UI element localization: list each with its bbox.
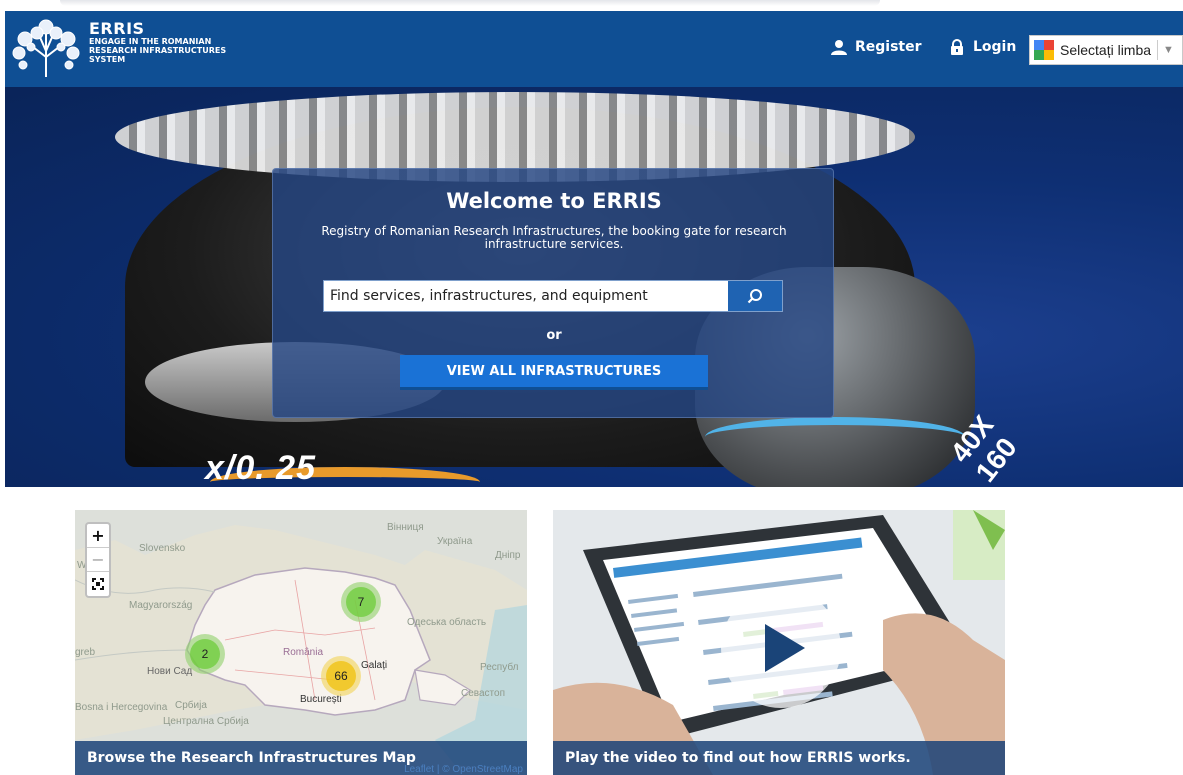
- fullscreen-icon: [92, 578, 104, 590]
- map-label-novisad: Нови Сад: [147, 666, 193, 677]
- cluster-count: 2: [190, 639, 220, 669]
- map-label-magyarorszag: Magyarország: [129, 600, 193, 611]
- register-link[interactable]: Register: [831, 39, 922, 55]
- objective-label: x/0. 25: [205, 449, 316, 487]
- map-cluster-marker[interactable]: 66: [321, 656, 361, 696]
- map-label-sevastopol: Севастоп: [461, 688, 505, 699]
- dropdown-arrow-icon: ▼: [1163, 44, 1174, 56]
- login-label: Login: [973, 39, 1017, 55]
- register-label: Register: [855, 39, 922, 55]
- map-attribution: Leaflet | © OpenStreetMap: [404, 764, 523, 775]
- map-label-odesa: Одеська область: [407, 617, 487, 628]
- map-label-respublika: Республ: [480, 662, 519, 673]
- zoom-out-button[interactable]: −: [87, 548, 109, 572]
- map-label-bucuresti: București: [300, 694, 342, 705]
- map-zoom-control: + −: [85, 522, 111, 598]
- login-link[interactable]: Login: [949, 39, 1016, 55]
- play-icon: [765, 624, 805, 672]
- view-all-infrastructures-button[interactable]: VIEW ALL INFRASTRUCTURES: [400, 355, 708, 390]
- map-card[interactable]: Slovensko Magyarország România București…: [75, 510, 527, 775]
- search-bar: [323, 280, 783, 312]
- brand-tagline-2: Research Infrastructures: [89, 46, 227, 55]
- welcome-panel: Welcome to ERRIS Registry of Romanian Re…: [272, 168, 834, 418]
- map-cluster-marker[interactable]: 7: [341, 582, 381, 622]
- select-divider: [1157, 40, 1159, 60]
- lock-icon: [951, 39, 963, 55]
- map-label-slovensko: Slovensko: [139, 543, 186, 554]
- language-select[interactable]: Selectați limba ▼: [1029, 35, 1183, 65]
- video-card-caption[interactable]: Play the video to find out how ERRIS wor…: [553, 741, 1005, 775]
- play-video-button[interactable]: [721, 588, 841, 708]
- erris-tree-logo-icon[interactable]: [11, 17, 81, 79]
- map-label-srbija: Србија: [175, 700, 207, 711]
- google-translate-icon: [1034, 40, 1054, 60]
- map-label-bosna: Bosna i Hercegovina: [75, 702, 168, 713]
- map-label-galati: Galați: [361, 660, 388, 671]
- openstreetmap-link[interactable]: © OpenStreetMap: [442, 764, 523, 775]
- map-label-ukraina: Україна: [437, 536, 473, 547]
- top-shadow: [60, 0, 880, 6]
- language-select-value: Selectați limba: [1060, 42, 1152, 58]
- search-input[interactable]: [324, 281, 728, 311]
- brand-tagline-1: Engage in the Romanian: [89, 37, 212, 46]
- cluster-count: 66: [326, 661, 356, 691]
- map-label-vinnytsia: Вінниця: [387, 522, 424, 533]
- welcome-subtitle: Registry of Romanian Research Infrastruc…: [321, 224, 787, 251]
- map-cluster-marker[interactable]: 2: [185, 634, 225, 674]
- search-icon: [747, 289, 762, 304]
- map-label-dnipro: Дніпр: [495, 550, 521, 561]
- welcome-title: Welcome to ERRIS: [446, 189, 662, 213]
- user-icon: [831, 40, 847, 55]
- map-label-romania: România: [283, 647, 324, 658]
- blue-band-image: [705, 417, 965, 457]
- logo-text[interactable]: ERRIS Engage in the Romanian Research In…: [89, 19, 269, 65]
- map-label-centralna: Централна Србија: [163, 716, 249, 727]
- search-button[interactable]: [728, 281, 782, 311]
- brand-tagline-3: System: [89, 55, 126, 64]
- zoom-in-button[interactable]: +: [87, 524, 109, 548]
- or-separator: or: [546, 328, 562, 343]
- browser-top-strip: [0, 0, 1183, 11]
- brand-name: ERRIS: [89, 19, 145, 38]
- hero-banner: x/0. 25 40X 160 Welcome to ERRIS Registry…: [5, 87, 1183, 487]
- cluster-count: 7: [346, 587, 376, 617]
- video-card[interactable]: Play the video to find out how ERRIS wor…: [553, 510, 1005, 775]
- site-header: ERRIS Engage in the Romanian Research In…: [5, 11, 1183, 87]
- map-label-zagreb: greb: [75, 647, 96, 658]
- leaflet-link[interactable]: Leaflet: [404, 764, 434, 775]
- fullscreen-button[interactable]: [87, 572, 109, 596]
